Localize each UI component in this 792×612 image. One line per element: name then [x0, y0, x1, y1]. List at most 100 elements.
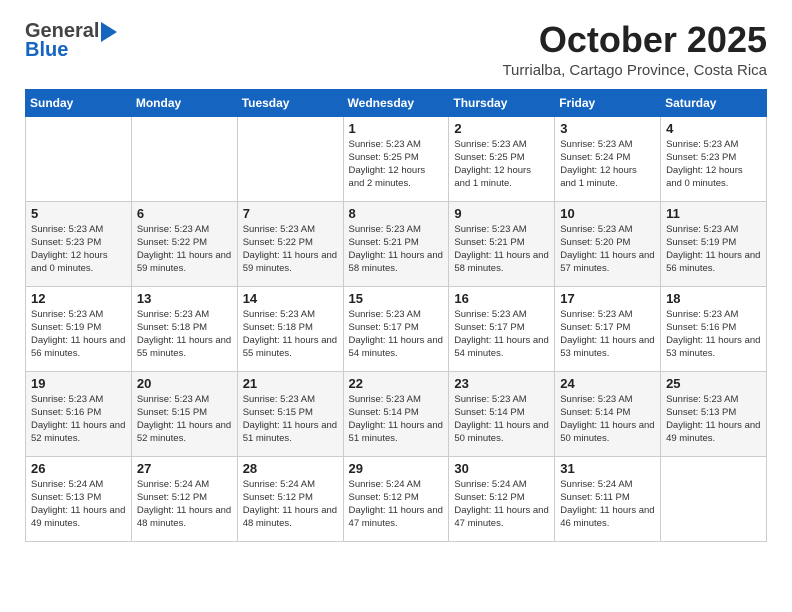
location-title: Turrialba, Cartago Province, Costa Rica	[502, 62, 767, 79]
calendar-cell: 25 Sunrise: 5:23 AM Sunset: 5:13 PM Dayli…	[661, 371, 767, 456]
week-row: 1 Sunrise: 5:23 AM Sunset: 5:25 PM Daylig…	[26, 116, 767, 201]
day-header-monday: Monday	[131, 89, 237, 116]
day-info: Sunrise: 5:23 AM Sunset: 5:23 PM Dayligh…	[31, 223, 126, 276]
calendar-cell: 5 Sunrise: 5:23 AM Sunset: 5:23 PM Daylig…	[26, 201, 132, 286]
day-number: 4	[666, 121, 761, 136]
day-number: 25	[666, 376, 761, 391]
day-header-saturday: Saturday	[661, 89, 767, 116]
calendar-cell: 28 Sunrise: 5:24 AM Sunset: 5:12 PM Dayli…	[237, 456, 343, 541]
day-number: 19	[31, 376, 126, 391]
day-info: Sunrise: 5:23 AM Sunset: 5:25 PM Dayligh…	[349, 138, 444, 191]
day-number: 15	[349, 291, 444, 306]
day-number: 10	[560, 206, 655, 221]
calendar-cell: 19 Sunrise: 5:23 AM Sunset: 5:16 PM Dayli…	[26, 371, 132, 456]
day-number: 9	[454, 206, 549, 221]
calendar-cell: 2Sunrise: 5:23 AM Sunset: 5:25 PM Daylig…	[449, 116, 555, 201]
day-info: Sunrise: 5:23 AM Sunset: 5:15 PM Dayligh…	[137, 393, 232, 446]
calendar-cell: 1 Sunrise: 5:23 AM Sunset: 5:25 PM Daylig…	[343, 116, 449, 201]
calendar-cell: 24Sunrise: 5:23 AM Sunset: 5:14 PM Dayli…	[555, 371, 661, 456]
day-info: Sunrise: 5:23 AM Sunset: 5:16 PM Dayligh…	[666, 308, 761, 361]
calendar-cell	[237, 116, 343, 201]
week-row: 26Sunrise: 5:24 AM Sunset: 5:13 PM Dayli…	[26, 456, 767, 541]
day-number: 12	[31, 291, 126, 306]
week-row: 19 Sunrise: 5:23 AM Sunset: 5:16 PM Dayli…	[26, 371, 767, 456]
day-number: 22	[349, 376, 444, 391]
day-info: Sunrise: 5:23 AM Sunset: 5:19 PM Dayligh…	[666, 223, 761, 276]
day-number: 3	[560, 121, 655, 136]
calendar-cell: 6Sunrise: 5:23 AM Sunset: 5:22 PM Daylig…	[131, 201, 237, 286]
calendar-cell: 14 Sunrise: 5:23 AM Sunset: 5:18 PM Dayli…	[237, 286, 343, 371]
calendar-cell: 23 Sunrise: 5:23 AM Sunset: 5:14 PM Dayli…	[449, 371, 555, 456]
day-number: 20	[137, 376, 232, 391]
day-info: Sunrise: 5:23 AM Sunset: 5:25 PM Dayligh…	[454, 138, 549, 191]
week-row: 12 Sunrise: 5:23 AM Sunset: 5:19 PM Dayli…	[26, 286, 767, 371]
day-header-sunday: Sunday	[26, 89, 132, 116]
day-info: Sunrise: 5:24 AM Sunset: 5:12 PM Dayligh…	[137, 478, 232, 531]
day-number: 29	[349, 461, 444, 476]
day-header-tuesday: Tuesday	[237, 89, 343, 116]
day-info: Sunrise: 5:23 AM Sunset: 5:24 PM Dayligh…	[560, 138, 655, 191]
day-info: Sunrise: 5:24 AM Sunset: 5:11 PM Dayligh…	[560, 478, 655, 531]
day-header-wednesday: Wednesday	[343, 89, 449, 116]
day-number: 8	[349, 206, 444, 221]
day-info: Sunrise: 5:23 AM Sunset: 5:21 PM Dayligh…	[454, 223, 549, 276]
day-info: Sunrise: 5:23 AM Sunset: 5:17 PM Dayligh…	[454, 308, 549, 361]
calendar-cell: 20 Sunrise: 5:23 AM Sunset: 5:15 PM Dayli…	[131, 371, 237, 456]
day-number: 1	[349, 121, 444, 136]
day-info: Sunrise: 5:23 AM Sunset: 5:13 PM Dayligh…	[666, 393, 761, 446]
calendar-cell: 22 Sunrise: 5:23 AM Sunset: 5:14 PM Dayli…	[343, 371, 449, 456]
day-number: 26	[31, 461, 126, 476]
day-info: Sunrise: 5:23 AM Sunset: 5:21 PM Dayligh…	[349, 223, 444, 276]
day-info: Sunrise: 5:23 AM Sunset: 5:14 PM Dayligh…	[454, 393, 549, 446]
day-info: Sunrise: 5:24 AM Sunset: 5:12 PM Dayligh…	[349, 478, 444, 531]
calendar-cell: 29 Sunrise: 5:24 AM Sunset: 5:12 PM Dayli…	[343, 456, 449, 541]
month-title: October 2025	[502, 20, 767, 60]
day-info: Sunrise: 5:23 AM Sunset: 5:19 PM Dayligh…	[31, 308, 126, 361]
day-header-thursday: Thursday	[449, 89, 555, 116]
day-number: 28	[243, 461, 338, 476]
calendar-cell: 11 Sunrise: 5:23 AM Sunset: 5:19 PM Dayli…	[661, 201, 767, 286]
day-number: 11	[666, 206, 761, 221]
calendar-cell: 27Sunrise: 5:24 AM Sunset: 5:12 PM Dayli…	[131, 456, 237, 541]
calendar-cell: 26Sunrise: 5:24 AM Sunset: 5:13 PM Dayli…	[26, 456, 132, 541]
day-info: Sunrise: 5:23 AM Sunset: 5:15 PM Dayligh…	[243, 393, 338, 446]
week-row: 5 Sunrise: 5:23 AM Sunset: 5:23 PM Daylig…	[26, 201, 767, 286]
day-info: Sunrise: 5:23 AM Sunset: 5:17 PM Dayligh…	[349, 308, 444, 361]
day-number: 14	[243, 291, 338, 306]
calendar-cell: 30 Sunrise: 5:24 AM Sunset: 5:12 PM Dayli…	[449, 456, 555, 541]
logo-blue: Blue	[25, 39, 117, 62]
calendar-cell: 3 Sunrise: 5:23 AM Sunset: 5:24 PM Daylig…	[555, 116, 661, 201]
day-info: Sunrise: 5:23 AM Sunset: 5:16 PM Dayligh…	[31, 393, 126, 446]
day-info: Sunrise: 5:23 AM Sunset: 5:14 PM Dayligh…	[349, 393, 444, 446]
calendar-cell	[26, 116, 132, 201]
day-number: 31	[560, 461, 655, 476]
calendar-cell: 12 Sunrise: 5:23 AM Sunset: 5:19 PM Dayli…	[26, 286, 132, 371]
day-number: 21	[243, 376, 338, 391]
calendar-cell: 8 Sunrise: 5:23 AM Sunset: 5:21 PM Daylig…	[343, 201, 449, 286]
day-info: Sunrise: 5:24 AM Sunset: 5:12 PM Dayligh…	[454, 478, 549, 531]
day-info: Sunrise: 5:23 AM Sunset: 5:17 PM Dayligh…	[560, 308, 655, 361]
day-number: 30	[454, 461, 549, 476]
day-number: 5	[31, 206, 126, 221]
day-info: Sunrise: 5:23 AM Sunset: 5:22 PM Dayligh…	[137, 223, 232, 276]
day-number: 7	[243, 206, 338, 221]
day-header-friday: Friday	[555, 89, 661, 116]
calendar-cell: 15 Sunrise: 5:23 AM Sunset: 5:17 PM Dayli…	[343, 286, 449, 371]
day-number: 23	[454, 376, 549, 391]
calendar-cell: 21 Sunrise: 5:23 AM Sunset: 5:15 PM Dayli…	[237, 371, 343, 456]
calendar-cell	[661, 456, 767, 541]
day-info: Sunrise: 5:23 AM Sunset: 5:18 PM Dayligh…	[137, 308, 232, 361]
calendar-cell: 13Sunrise: 5:23 AM Sunset: 5:18 PM Dayli…	[131, 286, 237, 371]
day-info: Sunrise: 5:24 AM Sunset: 5:12 PM Dayligh…	[243, 478, 338, 531]
title-area: October 2025 Turrialba, Cartago Province…	[502, 20, 767, 79]
calendar-cell: 4Sunrise: 5:23 AM Sunset: 5:23 PM Daylig…	[661, 116, 767, 201]
calendar-cell: 10Sunrise: 5:23 AM Sunset: 5:20 PM Dayli…	[555, 201, 661, 286]
calendar-cell: 17Sunrise: 5:23 AM Sunset: 5:17 PM Dayli…	[555, 286, 661, 371]
calendar-cell: 9 Sunrise: 5:23 AM Sunset: 5:21 PM Daylig…	[449, 201, 555, 286]
header: General Blue October 2025 Turrialba, Car…	[25, 20, 767, 79]
calendar-cell	[131, 116, 237, 201]
calendar-cell: 7 Sunrise: 5:23 AM Sunset: 5:22 PM Daylig…	[237, 201, 343, 286]
day-info: Sunrise: 5:23 AM Sunset: 5:22 PM Dayligh…	[243, 223, 338, 276]
day-info: Sunrise: 5:23 AM Sunset: 5:18 PM Dayligh…	[243, 308, 338, 361]
day-number: 16	[454, 291, 549, 306]
